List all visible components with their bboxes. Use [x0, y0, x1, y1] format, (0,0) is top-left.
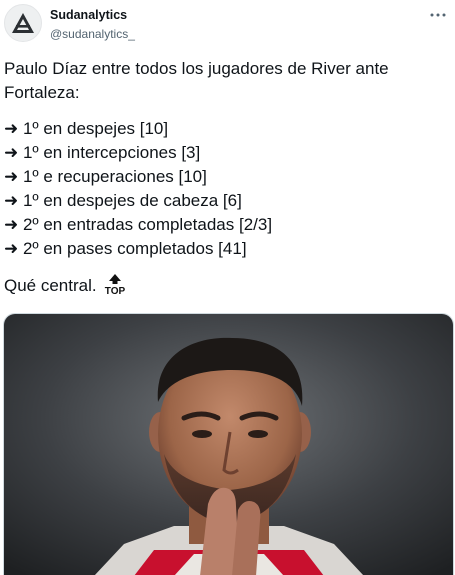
author-handle[interactable]: @sudanalytics_ — [50, 26, 135, 42]
stat-line: ➜ 1º en intercepciones [3] — [4, 143, 201, 162]
tweet-header: Sudanalytics @sudanalytics_ — [4, 4, 451, 44]
tweet-intro-line: Paulo Díaz entre todos los jugadores de … — [4, 59, 389, 78]
closing-line: Qué central. TOP — [4, 273, 444, 302]
stat-line: ➜ 1º en despejes de cabeza [6] — [4, 191, 242, 210]
top-emoji-label: TOP — [104, 286, 125, 295]
stat-line: ➜ 2º en entradas completadas [2/3] — [4, 215, 273, 234]
player-photo — [4, 314, 453, 575]
stat-line: ➜ 1º en despejes [10] — [4, 119, 169, 138]
closing-text: Qué central. — [4, 276, 97, 295]
tweet-photo[interactable] — [3, 313, 454, 575]
avatar[interactable] — [4, 4, 42, 42]
top-arrow-emoji-icon: TOP — [103, 273, 127, 302]
tweet-card: Sudanalytics @sudanalytics_ Paulo Díaz e… — [0, 0, 455, 575]
tweet-intro-line: Fortaleza: — [4, 83, 80, 102]
author-display-name[interactable]: Sudanalytics — [50, 7, 135, 23]
more-options-icon[interactable] — [427, 8, 449, 22]
stat-line: ➜ 1º e recuperaciones [10] — [4, 167, 207, 186]
sudanalytics-logo-icon — [12, 13, 34, 33]
stat-line: ➜ 2º en pases completados [41] — [4, 239, 247, 258]
author-names: Sudanalytics @sudanalytics_ — [50, 7, 135, 42]
tweet-text: Paulo Díaz entre todos los jugadores de … — [4, 57, 444, 302]
